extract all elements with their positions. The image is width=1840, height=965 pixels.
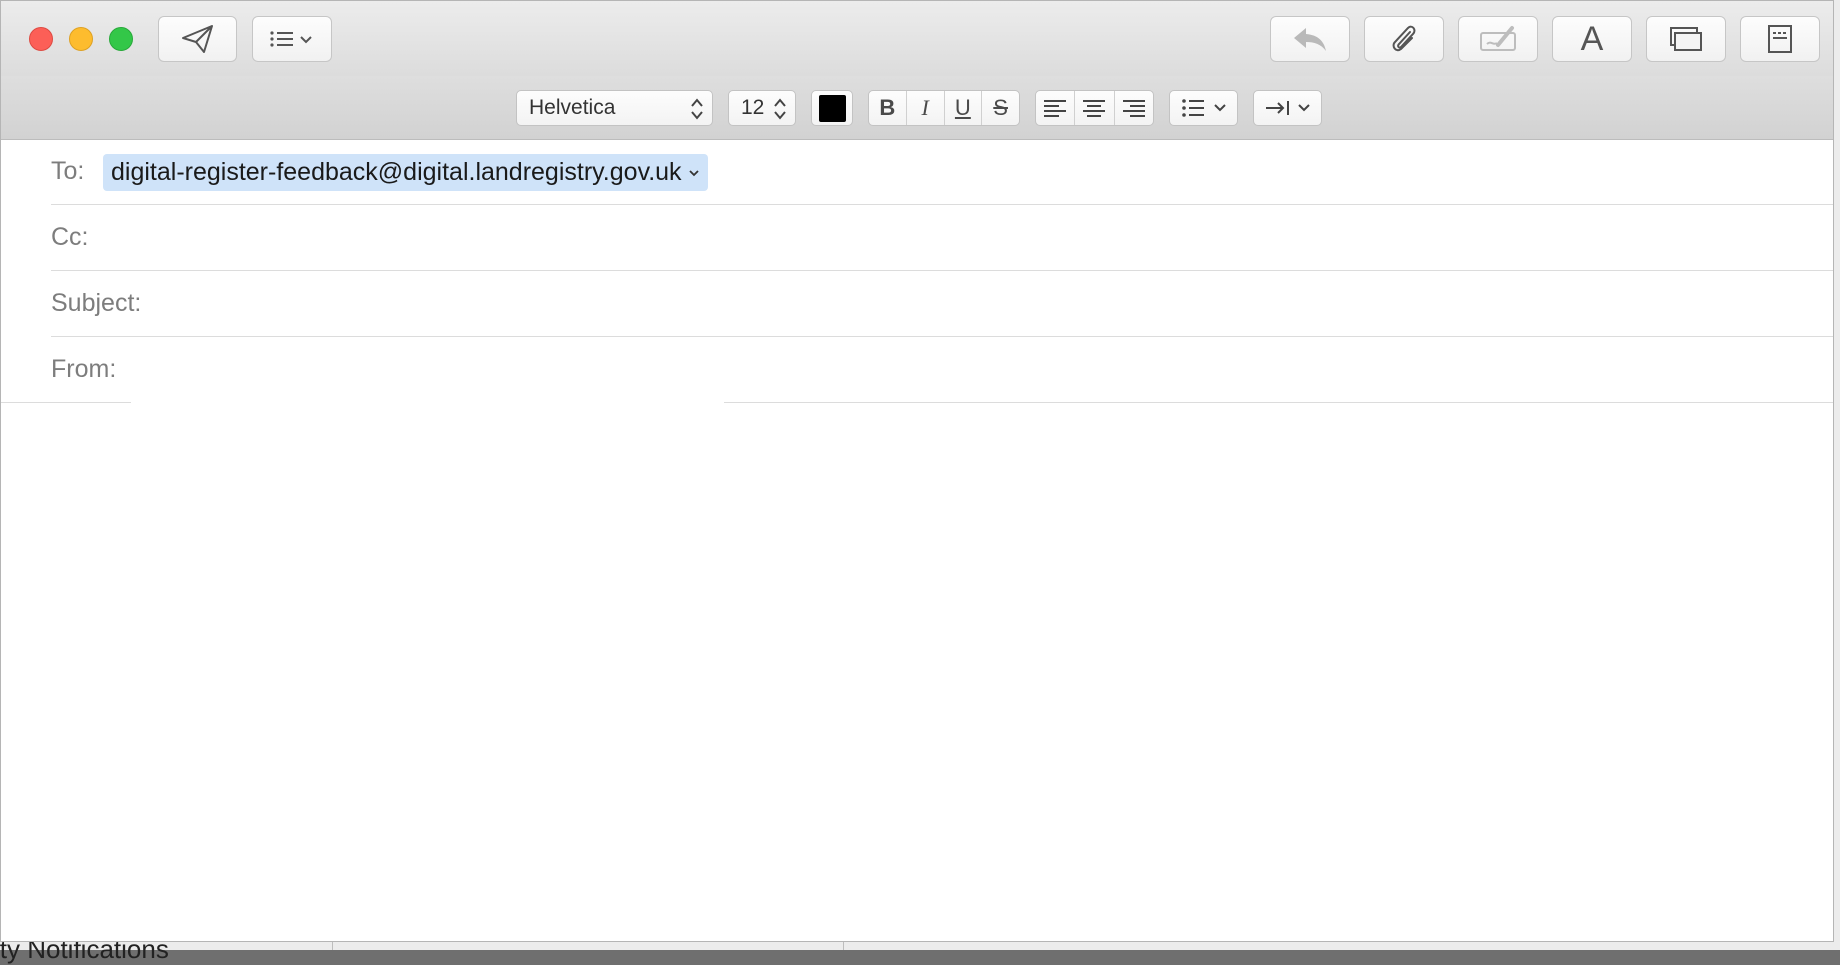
- paper-plane-icon: [181, 25, 213, 53]
- align-center-icon: [1083, 100, 1106, 117]
- font-size-value: 12: [741, 96, 765, 119]
- message-body[interactable]: [1, 403, 1833, 941]
- close-button[interactable]: [29, 27, 53, 51]
- reply-button[interactable]: [1270, 16, 1350, 62]
- paperclip-icon: [1392, 25, 1416, 52]
- chevron-down-icon: [1213, 104, 1226, 112]
- fonts-button-label: A: [1580, 20, 1604, 58]
- chevron-down-icon: [1297, 104, 1310, 112]
- bold-button[interactable]: B: [869, 91, 907, 125]
- indent-button[interactable]: [1253, 90, 1322, 126]
- list-icon: [270, 31, 312, 47]
- from-label: From:: [51, 355, 117, 383]
- recipient-token[interactable]: digital-register-feedback@digital.landre…: [103, 154, 708, 191]
- photo-browser-button[interactable]: [1646, 16, 1726, 62]
- to-label: To:: [51, 157, 85, 185]
- text-color-well[interactable]: [811, 90, 853, 126]
- recipient-address: digital-register-feedback@digital.landre…: [111, 158, 682, 186]
- compose-window: A Helvetica 12 B I U S To: digital-regis…: [0, 0, 1834, 942]
- header-fields-button[interactable]: [252, 16, 332, 62]
- reply-icon: [1294, 28, 1326, 51]
- send-button[interactable]: [158, 16, 237, 62]
- font-family-value: Helvetica: [529, 96, 616, 119]
- strikethrough-button[interactable]: S: [982, 91, 1019, 125]
- alignment-group: [1035, 90, 1154, 126]
- text-color-swatch: [818, 94, 846, 122]
- photo-browser-icon: [1670, 27, 1702, 51]
- align-left-icon: [1044, 100, 1067, 117]
- chevron-down-icon[interactable]: [688, 169, 700, 177]
- zoom-button[interactable]: [109, 27, 133, 51]
- underline-button[interactable]: U: [945, 91, 983, 125]
- minimize-button[interactable]: [69, 27, 93, 51]
- align-right-icon: [1122, 100, 1145, 117]
- to-field-row[interactable]: To: digital-register-feedback@digital.la…: [1, 139, 1833, 205]
- from-field-row[interactable]: From:: [1, 337, 1833, 403]
- italic-button[interactable]: I: [907, 91, 945, 125]
- text-style-group: B I U S: [868, 90, 1020, 126]
- cc-label: Cc:: [51, 223, 89, 251]
- align-center-button[interactable]: [1075, 91, 1115, 125]
- subject-field-row[interactable]: Subject:: [1, 271, 1833, 337]
- fonts-button[interactable]: A: [1552, 16, 1632, 62]
- stationery-icon: [1768, 25, 1792, 53]
- font-family-select[interactable]: Helvetica: [516, 90, 713, 126]
- cc-field-row[interactable]: Cc:: [1, 205, 1833, 271]
- markup-button[interactable]: [1458, 16, 1538, 62]
- list-style-button[interactable]: [1169, 90, 1238, 126]
- indent-icon: [1265, 101, 1289, 115]
- markup-icon: [1480, 26, 1516, 51]
- subject-label: Subject:: [51, 289, 142, 317]
- align-right-button[interactable]: [1115, 91, 1153, 125]
- up-down-chevron-icon: [774, 98, 786, 120]
- title-bar: A: [1, 1, 1833, 77]
- bulleted-list-icon: [1181, 99, 1204, 117]
- up-down-chevron-icon: [691, 98, 703, 120]
- font-size-select[interactable]: 12: [728, 90, 796, 126]
- align-left-button[interactable]: [1036, 91, 1076, 125]
- stationery-button[interactable]: [1740, 16, 1820, 62]
- attach-button[interactable]: [1364, 16, 1444, 62]
